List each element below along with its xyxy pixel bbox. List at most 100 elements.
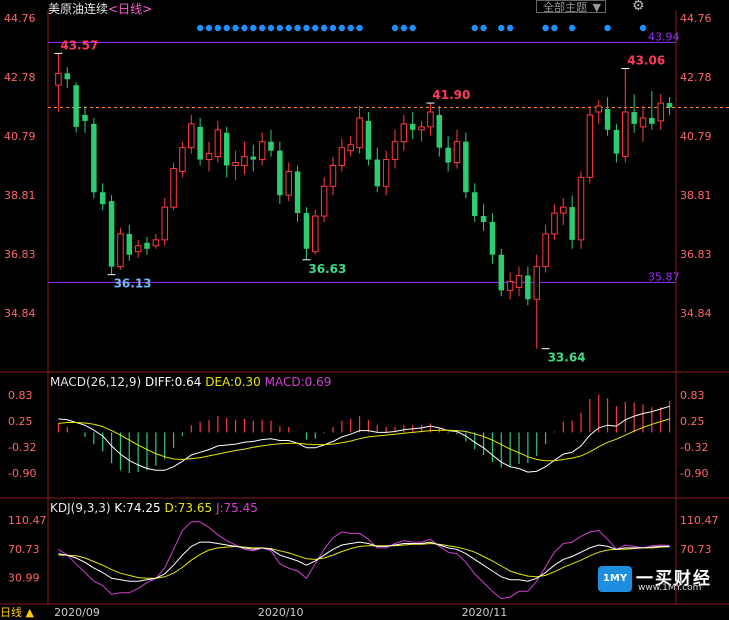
signal-dot [471,24,478,32]
kdj-d-line [58,542,670,579]
kdj-legend: KDJ(9,3,3) K:74.25 D:73.65 J:75.45 [50,501,258,515]
logo-url: www.1MY.com [638,583,702,593]
price-tick-label: 38.81 [4,189,36,202]
signal-dot [276,24,284,32]
signal-dot [267,24,275,32]
candle-body [241,156,248,166]
macd-dea-value: DEA:0.30 [205,375,261,389]
candle-body [312,215,319,253]
signal-dot [506,24,514,32]
gear-icon[interactable]: ⚙ [632,0,645,14]
kdj-tick-label: 70.73 [680,543,712,556]
candle-body [347,144,354,152]
signal-dot [241,24,248,32]
signal-dot [400,24,408,32]
date-tick-label: 2020/10 [258,606,304,618]
logo-badge: 1MY [598,566,632,592]
period-tag[interactable]: <日线> [108,2,152,16]
candle-body [303,213,310,249]
candle-body [382,159,390,187]
candle-body [595,105,602,113]
macd-tick-label: -0.90 [8,467,36,480]
kdj-tick-label: 110.47 [8,514,47,527]
kdj-tick-label: 110.47 [680,514,719,527]
candle-body [604,108,611,130]
kdj-d-value: D:73.65 [164,501,213,515]
signal-dot [320,24,328,32]
macd-dea-line [58,418,670,462]
support-line-label: 35.87 [648,270,680,283]
candle-body [329,165,337,187]
candle-body [533,266,540,300]
chart-canvas[interactable]: 44.7642.7840.7938.8136.8334.8444.7642.78… [0,0,729,618]
candle-body [613,129,620,154]
candle-body [542,233,549,268]
extreme-label: 33.64 [548,351,586,365]
macd-tick-label: 0.25 [8,415,33,428]
candle-body [152,239,160,247]
signal-dot [250,24,257,32]
price-tick-label: 36.83 [4,248,36,261]
extreme-label: 41.90 [432,88,470,102]
candle-body [445,147,451,163]
candle-body [649,117,655,124]
price-tick-label: 40.79 [4,130,36,143]
signal-dot [568,24,576,32]
candle-body [108,201,115,267]
candle-body [586,114,594,178]
candle-body [232,162,239,167]
signal-dot [604,24,611,32]
chevron-down-icon: ▼ [592,1,601,14]
signal-dot [498,24,505,32]
macd-diff-line [58,405,670,473]
candle-body [489,222,496,255]
candle-body [179,147,186,172]
macd-tick-label: 0.83 [8,389,33,402]
signal-dot [338,24,346,32]
candle-body [294,171,301,214]
candle-body [73,85,79,127]
candle-body [144,242,150,249]
candle-body [666,103,673,108]
candle-body [622,111,629,158]
macd-params: MACD(26,12,9) [50,375,142,389]
kdj-tick-label: 30.99 [8,572,40,585]
candle-body [657,102,664,122]
candle-body [197,126,203,160]
candle-body [427,111,434,128]
candle-body [418,126,425,131]
macd-tick-label: -0.32 [680,441,708,454]
kdj-k-value: K:74.25 [114,501,161,515]
candle-body [126,233,133,255]
instrument-title: 美原油连续<日线> [48,0,152,17]
price-tick-label: 42.78 [4,71,36,84]
signal-dot [196,24,204,32]
signal-dot [223,24,230,32]
candle-body [560,206,567,214]
candle-body [250,156,257,160]
theme-label: 全部主题 [543,1,587,14]
candle-body [134,245,142,253]
candle-body [471,192,478,217]
candle-body [223,132,230,166]
candle-body [577,176,585,241]
candle-body [498,254,505,291]
signal-dot [480,24,487,32]
candle-body [525,275,531,300]
brand-logo: 1MY 一买财经 www.1MY.com [598,562,714,596]
candle-body [285,170,292,196]
price-tick-label: 40.79 [680,130,712,143]
signal-dot [303,24,310,32]
candle-body [356,117,363,149]
signal-dot [639,24,647,32]
signal-dot [232,24,239,32]
candle-body [480,216,487,223]
date-tick-label: 2020/11 [462,606,508,618]
candle-body [515,275,523,288]
extreme-label: 43.06 [627,54,665,68]
theme-dropdown[interactable]: 全部主题 ▼ [536,0,606,14]
candle-body [117,233,124,268]
price-tick-label: 38.81 [680,189,712,202]
extreme-label: 36.13 [114,277,152,291]
candle-body [400,123,408,143]
